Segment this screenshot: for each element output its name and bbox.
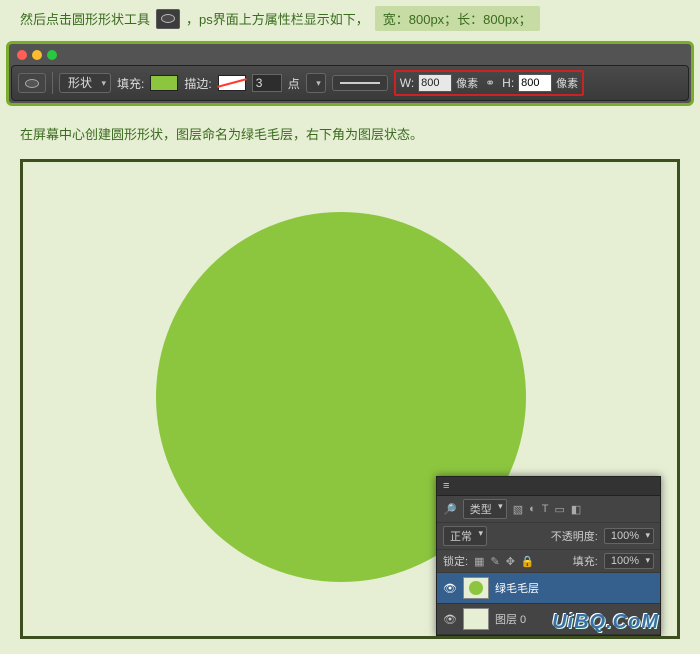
stroke-options-dropdown[interactable] [306, 73, 326, 93]
lock-label: 锁定: [443, 553, 468, 569]
watermark: UiBQ.CoM [552, 611, 659, 634]
minimize-icon[interactable] [32, 50, 42, 60]
lock-icons: ▦ ✎ ✥ 🔒 [474, 555, 535, 568]
layer-item-green[interactable]: 👁 绿毛毛层 [437, 573, 660, 604]
blend-mode-select[interactable]: 正常 [443, 526, 487, 546]
blend-opacity-row: 正常 不透明度: 100% [437, 523, 660, 550]
options-bar: 形状 填充: 描边: 点 W: 像素 ⚭ H: 像素 [11, 65, 689, 101]
layer-thumb [463, 577, 489, 599]
height-input[interactable] [518, 74, 552, 92]
stroke-width-input[interactable] [252, 74, 282, 92]
filter-adjust-icon[interactable]: ◐ [529, 503, 536, 516]
divider [52, 72, 53, 94]
filter-search-icon[interactable]: 🔎 [443, 503, 457, 516]
fill-opacity-value[interactable]: 100% [604, 553, 654, 569]
lock-transparent-icon[interactable]: ▦ [474, 555, 484, 568]
width-unit: 像素 [456, 75, 478, 91]
window-traffic-lights [11, 48, 689, 65]
instruction-text-before: 然后点击圆形形状工具 [20, 9, 150, 28]
lock-move-icon[interactable]: ✥ [506, 555, 515, 568]
panel-menu-icon[interactable]: ≡ [443, 480, 449, 492]
close-icon[interactable] [17, 50, 27, 60]
stroke-style-select[interactable] [332, 75, 388, 91]
options-bar-window: 形状 填充: 描边: 点 W: 像素 ⚭ H: 像素 [6, 41, 694, 106]
instruction-text-after: ，ps界面上方属性栏显示如下， [186, 9, 369, 28]
size-highlight: 宽：800px；长：800px； [375, 6, 540, 31]
layer-thumb [463, 608, 489, 630]
lock-all-icon[interactable]: 🔒 [521, 555, 535, 568]
shape-tool-icon[interactable] [18, 73, 46, 93]
canvas-area: ≡ 🔎 类型 ▧ ◐ T ▭ ◧ 正常 不透明度: 100% 锁定: ▦ ✎ ✥ [20, 159, 680, 639]
filter-icons: ▧ ◐ T ▭ ◧ [513, 503, 582, 516]
filter-shape-icon[interactable]: ▭ [555, 503, 565, 516]
fill-label: 填充: [117, 75, 144, 92]
filter-pixel-icon[interactable]: ▧ [513, 503, 523, 516]
opacity-value[interactable]: 100% [604, 528, 654, 544]
lock-paint-icon[interactable]: ✎ [490, 555, 499, 568]
filter-type-select[interactable]: 类型 [463, 499, 507, 519]
stroke-swatch[interactable] [218, 75, 246, 91]
opacity-label: 不透明度: [551, 528, 598, 544]
height-label: H: [502, 76, 514, 90]
height-unit: 像素 [556, 75, 578, 91]
width-label: W: [400, 76, 414, 90]
instruction-line-2: 在屏幕中心创建圆形形状，图层命名为绿毛毛层，右下角为图层状态。 [0, 116, 700, 151]
fill-opacity-label: 填充: [573, 553, 598, 569]
stroke-unit: 点 [288, 75, 300, 92]
ellipse-tool-icon [156, 9, 180, 29]
filter-smart-icon[interactable]: ◧ [571, 503, 581, 516]
link-icon[interactable]: ⚭ [482, 76, 498, 90]
visibility-icon[interactable]: 👁 [443, 613, 457, 626]
visibility-icon[interactable]: 👁 [443, 582, 457, 595]
fill-swatch[interactable] [150, 75, 178, 91]
width-height-group: W: 像素 ⚭ H: 像素 [394, 70, 584, 96]
layers-panel-header: ≡ [437, 477, 660, 496]
lock-fill-row: 锁定: ▦ ✎ ✥ 🔒 填充: 100% [437, 550, 660, 573]
width-input[interactable] [418, 74, 452, 92]
filter-type-icon[interactable]: T [542, 503, 549, 516]
zoom-icon[interactable] [47, 50, 57, 60]
stroke-label: 描边: [184, 75, 211, 92]
layer-filter-row: 🔎 类型 ▧ ◐ T ▭ ◧ [437, 496, 660, 523]
instruction-line-1: 然后点击圆形形状工具 ，ps界面上方属性栏显示如下， 宽：800px；长：800… [0, 0, 700, 37]
layer-name: 绿毛毛层 [495, 580, 539, 596]
layer-name: 图层 0 [495, 611, 526, 627]
tool-mode-select[interactable]: 形状 [59, 73, 111, 93]
